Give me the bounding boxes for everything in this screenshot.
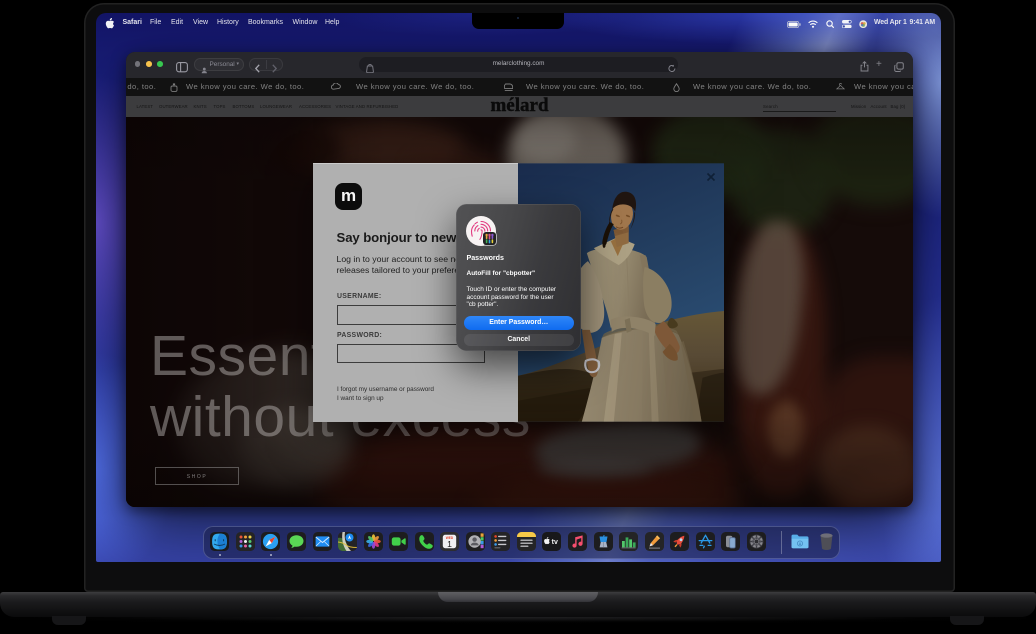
svg-text:tv: tv xyxy=(552,539,558,546)
svg-text:1: 1 xyxy=(447,539,452,549)
